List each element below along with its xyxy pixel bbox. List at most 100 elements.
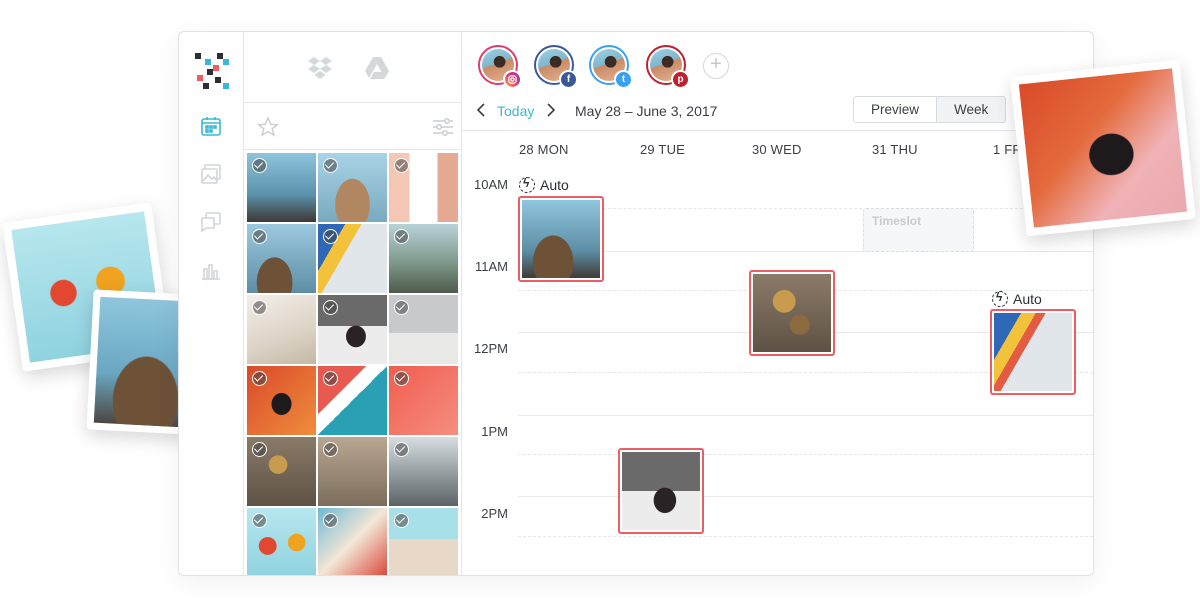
auto-text: Auto — [1013, 291, 1042, 307]
media-thumbnail[interactable] — [247, 224, 316, 293]
media-thumbnail[interactable] — [247, 508, 316, 575]
auto-schedule-icon — [519, 176, 535, 193]
calendar-nav-button[interactable] — [199, 114, 223, 138]
media-thumbnail[interactable] — [318, 224, 387, 293]
media-thumbnail[interactable] — [318, 366, 387, 435]
check-icon[interactable] — [323, 300, 338, 315]
check-icon[interactable] — [394, 371, 409, 386]
check-icon[interactable] — [252, 513, 267, 528]
day-header: 29 TUE — [640, 142, 686, 157]
check-icon[interactable] — [323, 371, 338, 386]
time-label: 11AM — [475, 259, 508, 274]
media-thumbnail[interactable] — [389, 366, 458, 435]
media-thumbnail[interactable] — [389, 224, 458, 293]
day-header: 30 WED — [752, 142, 802, 157]
view-switcher: Preview Week — [853, 96, 1007, 123]
media-thumbnail[interactable] — [247, 437, 316, 506]
check-icon[interactable] — [252, 300, 267, 315]
add-profile-button[interactable]: + — [703, 53, 729, 79]
hour-line — [518, 496, 1093, 497]
media-thumbnail[interactable] — [389, 153, 458, 222]
check-icon[interactable] — [394, 300, 409, 315]
hour-line — [518, 251, 1093, 252]
media-thumbnail[interactable] — [318, 508, 387, 575]
date-range: May 28 – June 3, 2017 — [575, 103, 718, 119]
media-thumbnail[interactable] — [389, 437, 458, 506]
profile-twitter[interactable]: t — [589, 45, 633, 89]
timeslot-label: Timeslot — [872, 214, 922, 228]
media-thumbnail[interactable] — [389, 508, 458, 575]
check-icon[interactable] — [394, 513, 409, 528]
day-header: 31 THU — [872, 142, 918, 157]
google-drive-icon[interactable] — [364, 56, 390, 80]
twitter-icon: t — [614, 70, 633, 89]
dropbox-icon[interactable] — [307, 56, 333, 80]
app-window: f t p + Today May 28 – June 3, 2017 Prev… — [178, 31, 1094, 576]
time-label: 1PM — [481, 424, 508, 439]
auto-schedule-icon — [992, 290, 1008, 307]
pinterest-icon: p — [671, 70, 690, 89]
half-hour-line — [518, 536, 1093, 537]
chevron-right-icon[interactable] — [542, 102, 558, 118]
media-thumbnail[interactable] — [318, 295, 387, 364]
scheduled-post[interactable] — [518, 196, 604, 282]
bar-chart-icon — [202, 264, 220, 280]
media-thumbnail[interactable] — [247, 295, 316, 364]
facebook-icon: f — [559, 70, 578, 89]
check-icon[interactable] — [252, 158, 267, 173]
preview-view-button[interactable]: Preview — [854, 97, 936, 122]
day-header: 28 MON — [519, 142, 569, 157]
media-sources — [244, 32, 461, 103]
today-button[interactable]: Today — [497, 103, 534, 119]
empty-timeslot[interactable]: Timeslot — [863, 208, 974, 252]
check-icon[interactable] — [252, 229, 267, 244]
half-hour-line — [518, 454, 1093, 455]
media-thumbnail[interactable] — [318, 153, 387, 222]
chat-icon — [201, 212, 221, 233]
check-icon[interactable] — [394, 442, 409, 457]
comments-nav-button[interactable] — [199, 210, 223, 234]
check-icon[interactable] — [252, 371, 267, 386]
week-view-button[interactable]: Week — [936, 97, 1006, 122]
wall-selfie-photo — [1010, 59, 1196, 237]
check-icon[interactable] — [323, 513, 338, 528]
check-icon[interactable] — [323, 442, 338, 457]
media-grid — [247, 153, 461, 575]
star-icon[interactable] — [257, 116, 279, 138]
auto-label: Auto — [519, 176, 569, 193]
instagram-icon — [503, 70, 522, 89]
calendar-panel: f t p + Today May 28 – June 3, 2017 Prev… — [462, 32, 1093, 575]
analytics-nav-button[interactable] — [199, 258, 223, 282]
media-toolbar — [244, 103, 461, 150]
half-hour-line — [518, 208, 1093, 209]
calendar-icon — [201, 117, 221, 136]
sliders-icon[interactable] — [432, 117, 454, 137]
profile-instagram[interactable] — [478, 45, 522, 89]
time-label: 12PM — [474, 341, 508, 356]
profile-facebook[interactable]: f — [534, 45, 578, 89]
scheduled-post[interactable] — [618, 448, 704, 534]
media-thumbnail[interactable] — [247, 153, 316, 222]
profile-pinterest[interactable]: p — [646, 45, 690, 89]
check-icon[interactable] — [394, 158, 409, 173]
sidebar-nav — [179, 32, 244, 575]
chevron-left-icon[interactable] — [474, 102, 490, 118]
time-label: 2PM — [481, 506, 508, 521]
scheduled-post[interactable] — [990, 309, 1076, 395]
media-thumbnail[interactable] — [389, 295, 458, 364]
auto-label: Auto — [992, 290, 1042, 307]
check-icon[interactable] — [394, 229, 409, 244]
app-logo — [195, 53, 229, 89]
gallery-nav-button[interactable] — [199, 162, 223, 186]
media-thumbnail[interactable] — [318, 437, 387, 506]
hour-line — [518, 415, 1093, 416]
auto-text: Auto — [540, 177, 569, 193]
check-icon[interactable] — [323, 229, 338, 244]
check-icon[interactable] — [252, 442, 267, 457]
media-thumbnail[interactable] — [247, 366, 316, 435]
media-library — [244, 32, 462, 575]
scheduled-post[interactable] — [749, 270, 835, 356]
divider — [462, 130, 1093, 131]
gallery-icon — [201, 164, 221, 184]
check-icon[interactable] — [323, 158, 338, 173]
